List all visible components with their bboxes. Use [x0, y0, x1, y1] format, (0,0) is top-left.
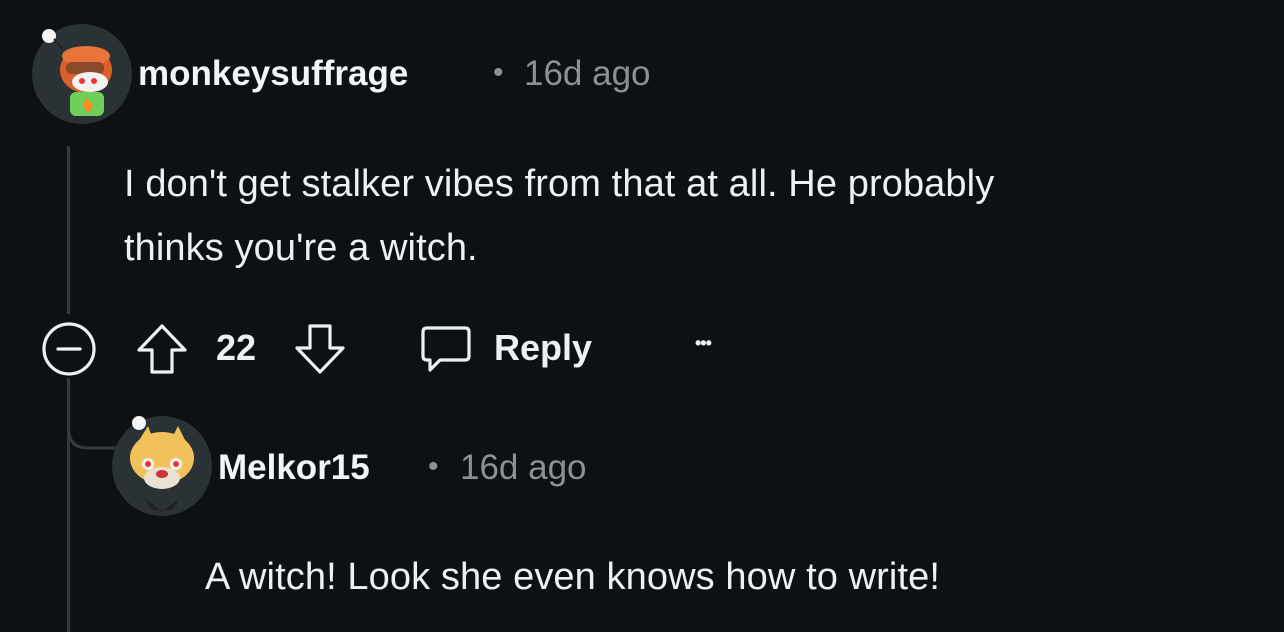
comment-username[interactable]: monkeysuffrage: [138, 54, 408, 94]
comment-body-line-1: A witch! Look she even knows how to writ…: [205, 556, 941, 598]
upvote-button[interactable]: [134, 320, 190, 378]
upvote-icon: [137, 324, 187, 374]
meta-separator: •: [493, 56, 504, 89]
comment-body-line-1: I don't get stalker vibes from that at a…: [124, 163, 995, 205]
downvote-icon: [295, 324, 345, 374]
comment-timestamp[interactable]: 16d ago: [460, 448, 587, 488]
collapse-button[interactable]: [40, 320, 98, 378]
meta-separator: •: [428, 450, 439, 483]
comment-body-line-2: thinks you're a witch.: [124, 227, 478, 269]
more-options-button[interactable]: •••: [695, 333, 712, 354]
avatar-monkeysuffrage[interactable]: [32, 24, 132, 124]
thread-line-top: [67, 146, 70, 314]
avatar-melkor15[interactable]: [112, 416, 212, 516]
comment-timestamp[interactable]: 16d ago: [524, 54, 651, 94]
comment-bubble-icon: [421, 326, 471, 372]
downvote-button[interactable]: [292, 320, 348, 378]
comment-username[interactable]: Melkor15: [218, 448, 370, 488]
collapse-icon: [42, 322, 96, 376]
reply-label[interactable]: Reply: [494, 327, 592, 369]
vote-score: 22: [216, 327, 257, 368]
